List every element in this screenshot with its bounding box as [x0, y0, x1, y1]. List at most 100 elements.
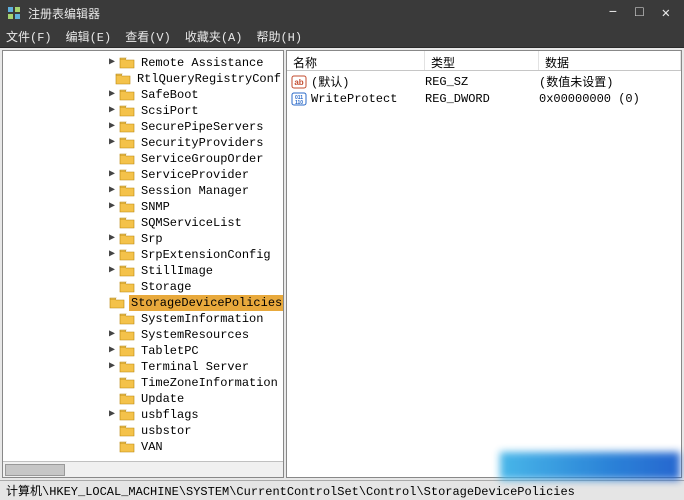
- expander-icon[interactable]: ▶: [107, 135, 117, 151]
- value-row[interactable]: ab(默认)REG_SZ(数值未设置): [287, 73, 681, 90]
- tree-item[interactable]: Update: [3, 391, 283, 407]
- folder-icon: [119, 232, 135, 246]
- expander-icon[interactable]: ▶: [107, 103, 117, 119]
- tree-item[interactable]: ▶Srp: [3, 231, 283, 247]
- folder-icon: [115, 72, 131, 86]
- minimize-button[interactable]: −: [609, 5, 617, 22]
- value-type: REG_DWORD: [425, 92, 539, 106]
- tree-item-label: usbstor: [139, 423, 193, 439]
- close-button[interactable]: ✕: [662, 5, 670, 22]
- value-data: 0x00000000 (0): [539, 92, 681, 106]
- tree-item-label: VAN: [139, 439, 165, 455]
- folder-icon: [119, 120, 135, 134]
- menu-edit[interactable]: 编辑(E): [66, 28, 112, 45]
- folder-icon: [119, 168, 135, 182]
- folder-icon: [119, 312, 135, 326]
- tree-item-label: usbflags: [139, 407, 201, 423]
- column-header-data[interactable]: 数据: [539, 51, 681, 70]
- expander-icon[interactable]: ▶: [107, 407, 117, 423]
- values-list[interactable]: ab(默认)REG_SZ(数值未设置)011110WriteProtectREG…: [287, 71, 681, 477]
- column-header-name[interactable]: 名称: [287, 51, 425, 70]
- expander-icon[interactable]: ▶: [107, 55, 117, 71]
- tree-item[interactable]: ▶ Remote Assistance: [3, 55, 283, 71]
- tree-item[interactable]: VAN: [3, 439, 283, 455]
- menu-help[interactable]: 帮助(H): [256, 28, 302, 45]
- tree-item[interactable]: TimeZoneInformation: [3, 375, 283, 391]
- tree-item[interactable]: ▶ SecurePipeServers: [3, 119, 283, 135]
- tree-item[interactable]: ▶ScsiPort: [3, 103, 283, 119]
- menu-view[interactable]: 查看(V): [125, 28, 171, 45]
- tree-item[interactable]: ▶ SafeBoot: [3, 87, 283, 103]
- folder-icon: [119, 88, 135, 102]
- tree-item-label: SNMP: [139, 199, 172, 215]
- tree-item[interactable]: ▶SrpExtensionConfig: [3, 247, 283, 263]
- values-pane: 名称 类型 数据 ab(默认)REG_SZ(数值未设置)011110WriteP…: [286, 50, 682, 478]
- tree-item[interactable]: ServiceGroupOrder: [3, 151, 283, 167]
- tree-item[interactable]: ▶ SystemResources: [3, 327, 283, 343]
- tree-item[interactable]: usbstor: [3, 423, 283, 439]
- column-header-type[interactable]: 类型: [425, 51, 539, 70]
- maximize-button[interactable]: □: [635, 5, 643, 22]
- values-header: 名称 类型 数据: [287, 51, 681, 71]
- tree-pane: ▶Remote AssistanceRtlQueryRegistryConf▶S…: [2, 50, 284, 478]
- tree-item-label: SafeBoot: [139, 87, 201, 103]
- tree-item[interactable]: ▶ SNMP: [3, 199, 283, 215]
- menu-favorites[interactable]: 收藏夹(A): [185, 28, 243, 45]
- tree-item-label: ServiceProvider: [139, 167, 251, 183]
- string-value-icon: ab: [291, 75, 307, 89]
- regedit-icon: [6, 5, 22, 21]
- tree-item[interactable]: ▶ SecurityProviders: [3, 135, 283, 151]
- tree-item[interactable]: SQMServiceList: [3, 215, 283, 231]
- value-data: (数值未设置): [539, 73, 681, 90]
- tree-item[interactable]: ▶StillImage: [3, 263, 283, 279]
- tree-item-label: TimeZoneInformation: [139, 375, 280, 391]
- tree-item[interactable]: SystemInformation: [3, 311, 283, 327]
- folder-icon: [119, 216, 135, 230]
- tree-item[interactable]: StorageDevicePolicies: [3, 295, 283, 311]
- tree-item[interactable]: ▶ ServiceProvider: [3, 167, 283, 183]
- folder-icon: [119, 360, 135, 374]
- menubar: 文件(F) 编辑(E) 查看(V) 收藏夹(A) 帮助(H): [0, 26, 684, 48]
- menu-file[interactable]: 文件(F): [6, 28, 52, 45]
- tree-item-label: Storage: [139, 279, 193, 295]
- watermark: [500, 452, 680, 480]
- expander-icon[interactable]: ▶: [107, 231, 117, 247]
- folder-icon: [119, 344, 135, 358]
- expander-icon[interactable]: ▶: [107, 87, 117, 103]
- expander-icon[interactable]: ▶: [107, 263, 117, 279]
- binary-value-icon: 011110: [291, 92, 307, 106]
- expander-icon[interactable]: ▶: [107, 327, 117, 343]
- tree-item[interactable]: Storage: [3, 279, 283, 295]
- tree-item-label: Remote Assistance: [139, 55, 265, 71]
- window-title: 注册表编辑器: [28, 5, 609, 22]
- tree-item-label: Terminal Server: [139, 359, 251, 375]
- expander-icon[interactable]: ▶: [107, 343, 117, 359]
- tree-item[interactable]: ▶ Terminal Server: [3, 359, 283, 375]
- tree-item-label: SecurityProviders: [139, 135, 265, 151]
- value-name: (默认): [311, 73, 425, 90]
- value-name: WriteProtect: [311, 92, 425, 106]
- expander-icon[interactable]: ▶: [107, 359, 117, 375]
- tree-item-label: ServiceGroupOrder: [139, 151, 265, 167]
- scrollbar-thumb[interactable]: [5, 464, 65, 476]
- tree-item[interactable]: RtlQueryRegistryConf: [3, 71, 283, 87]
- tree-item-label: SystemInformation: [139, 311, 265, 327]
- tree-item-label: Update: [139, 391, 186, 407]
- expander-icon[interactable]: ▶: [107, 199, 117, 215]
- tree-item-label: SystemResources: [139, 327, 251, 343]
- folder-icon: [119, 280, 135, 294]
- tree-item[interactable]: ▶Session Manager: [3, 183, 283, 199]
- tree-item-label: SecurePipeServers: [139, 119, 265, 135]
- tree-horizontal-scrollbar[interactable]: [3, 461, 283, 477]
- folder-icon: [109, 296, 125, 310]
- value-row[interactable]: 011110 WriteProtectREG_DWORD0x00000000 (0…: [287, 90, 681, 107]
- expander-icon[interactable]: ▶: [107, 119, 117, 135]
- tree-item[interactable]: ▶ TabletPC: [3, 343, 283, 359]
- expander-icon[interactable]: ▶: [107, 247, 117, 263]
- folder-icon: [119, 328, 135, 342]
- registry-tree[interactable]: ▶Remote AssistanceRtlQueryRegistryConf▶S…: [3, 51, 283, 461]
- tree-item-label: TabletPC: [139, 343, 201, 359]
- expander-icon[interactable]: ▶: [107, 167, 117, 183]
- expander-icon[interactable]: ▶: [107, 183, 117, 199]
- tree-item[interactable]: ▶ usbflags: [3, 407, 283, 423]
